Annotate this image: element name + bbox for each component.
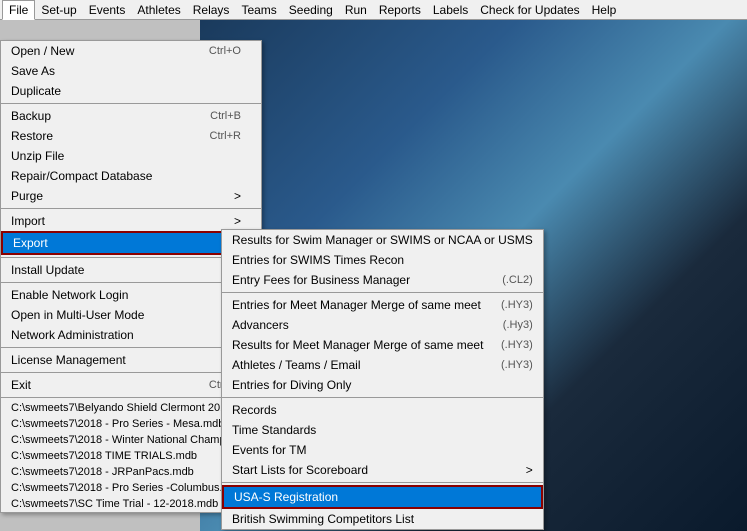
- separator-1: [1, 103, 261, 104]
- submenu-item-records[interactable]: Records: [222, 400, 543, 420]
- import-arrow-icon: >: [234, 214, 241, 228]
- menu-item-export-container: Export Results for Swim Manager or SWIMS…: [1, 231, 261, 255]
- start-lists-arrow-icon: >: [526, 463, 533, 477]
- menubar: File Set-up Events Athletes Relays Teams…: [0, 0, 747, 20]
- submenu-item-athletes-teams-email[interactable]: Athletes / Teams / Email (.HY3): [222, 355, 543, 375]
- menubar-item-reports[interactable]: Reports: [373, 1, 427, 19]
- content-area: Open / New Ctrl+O Save As Duplicate Back…: [0, 20, 747, 531]
- export-submenu: Results for Swim Manager or SWIMS or NCA…: [221, 229, 544, 530]
- submenu-item-events-tm[interactable]: Events for TM: [222, 440, 543, 460]
- menubar-item-labels[interactable]: Labels: [427, 1, 474, 19]
- menubar-item-setup[interactable]: Set-up: [35, 1, 82, 19]
- menu-item-save-as[interactable]: Save As: [1, 61, 261, 81]
- submenu-item-start-lists[interactable]: Start Lists for Scoreboard >: [222, 460, 543, 480]
- submenu-item-results-swim-manager[interactable]: Results for Swim Manager or SWIMS or NCA…: [222, 230, 543, 250]
- submenu-item-usa-s-registration[interactable]: USA-S Registration: [222, 485, 543, 509]
- submenu-item-results-meet-manager[interactable]: Results for Meet Manager Merge of same m…: [222, 335, 543, 355]
- menubar-item-athletes[interactable]: Athletes: [131, 1, 186, 19]
- submenu-separator-2: [222, 397, 543, 398]
- menubar-item-help[interactable]: Help: [586, 1, 623, 19]
- menubar-item-teams[interactable]: Teams: [235, 1, 282, 19]
- menu-item-backup[interactable]: Backup Ctrl+B: [1, 106, 261, 126]
- purge-arrow-icon: >: [234, 189, 241, 203]
- submenu-separator-3: [222, 482, 543, 483]
- submenu-item-time-standards[interactable]: Time Standards: [222, 420, 543, 440]
- menu-item-purge[interactable]: Purge >: [1, 186, 261, 206]
- submenu-item-entries-diving[interactable]: Entries for Diving Only: [222, 375, 543, 395]
- menu-item-open-new[interactable]: Open / New Ctrl+O: [1, 41, 261, 61]
- menubar-item-events[interactable]: Events: [83, 1, 132, 19]
- menu-item-duplicate[interactable]: Duplicate: [1, 81, 261, 101]
- submenu-separator-1: [222, 292, 543, 293]
- menu-item-unzip-file[interactable]: Unzip File: [1, 146, 261, 166]
- menu-item-restore[interactable]: Restore Ctrl+R: [1, 126, 261, 146]
- menubar-item-relays[interactable]: Relays: [187, 1, 236, 19]
- submenu-item-entries-meet-manager[interactable]: Entries for Meet Manager Merge of same m…: [222, 295, 543, 315]
- menubar-item-check-for-updates[interactable]: Check for Updates: [474, 1, 585, 19]
- submenu-item-british-swimming[interactable]: British Swimming Competitors List: [222, 509, 543, 529]
- submenu-item-advancers[interactable]: Advancers (.Hy3): [222, 315, 543, 335]
- file-dropdown: Open / New Ctrl+O Save As Duplicate Back…: [0, 40, 262, 513]
- submenu-item-entry-fees[interactable]: Entry Fees for Business Manager (.CL2): [222, 270, 543, 290]
- menubar-item-run[interactable]: Run: [339, 1, 373, 19]
- menu-item-import[interactable]: Import >: [1, 211, 261, 231]
- menu-item-repair[interactable]: Repair/Compact Database: [1, 166, 261, 186]
- separator-2: [1, 208, 261, 209]
- submenu-item-entries-swims[interactable]: Entries for SWIMS Times Recon: [222, 250, 543, 270]
- menubar-item-file[interactable]: File: [2, 0, 35, 20]
- menubar-item-seeding[interactable]: Seeding: [283, 1, 339, 19]
